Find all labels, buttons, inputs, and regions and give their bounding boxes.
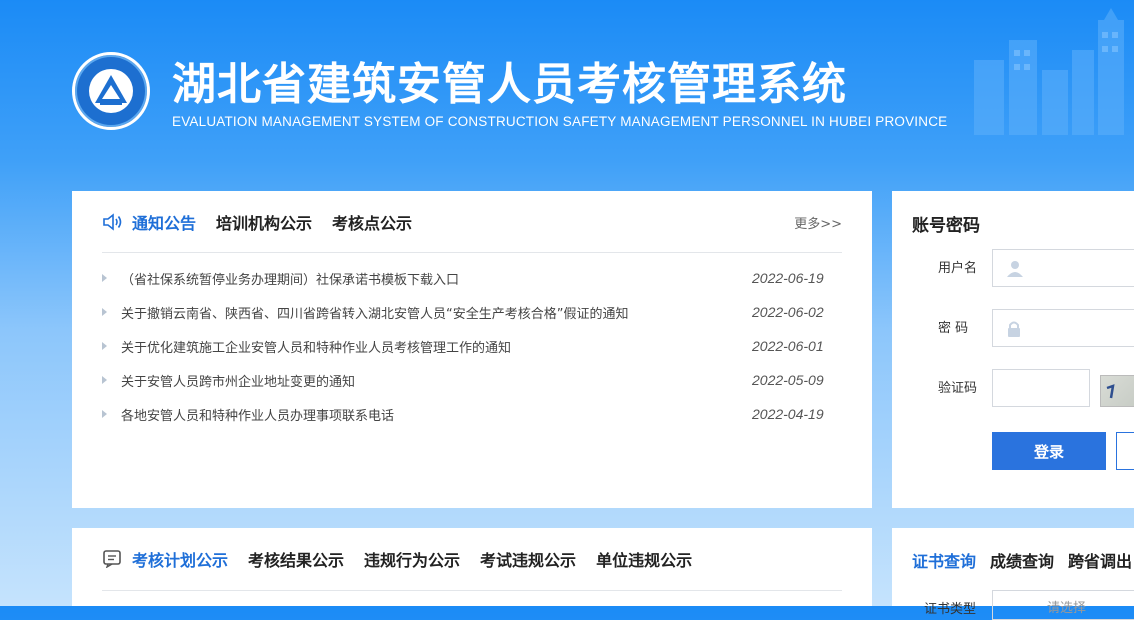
captcha-label: 验证码 [938,381,978,396]
notice-date: 2022-06-01 [752,338,824,354]
exam-tabs: 考核计划公示 考核结果公示 违规行为公示 考试违规公示 单位违规公示 [102,548,712,570]
bullet-icon [102,376,107,384]
notice-list: （省社保系统暂停业务办理期间）社保承诺书模板下载入口 2022-06-19 关于… [102,261,842,431]
list-item[interactable]: 关于优化建筑施工企业安管人员和特种作业人员考核管理工作的通知 2022-06-0… [102,329,842,363]
captcha-row: 验证码 [892,369,1134,409]
username-label: 用户名 [938,261,978,276]
skyline-illustration [974,8,1124,135]
username-input[interactable] [992,249,1134,287]
select-placeholder: 请选择 [1047,601,1087,616]
username-row: 用户名 [892,249,1134,289]
message-icon [103,550,121,568]
bullet-icon [102,410,107,418]
login-button[interactable]: 登录 [992,432,1106,470]
captcha-image[interactable] [1100,375,1134,407]
notice-title[interactable]: 关于安管人员跨市州企业地址变更的通知 [121,371,752,390]
notice-title[interactable]: 关于优化建筑施工企业安管人员和特种作业人员考核管理工作的通知 [121,337,752,356]
certificate-type-label: 证书类型 [924,602,977,617]
bullet-icon [102,274,107,282]
site-logo [72,52,150,130]
divider [102,590,842,591]
password-row: 密 码 [892,309,1134,349]
certificate-query-panel: 证书查询 成绩查询 跨省调出 证书类型 请选择 [892,528,1134,620]
notice-title[interactable]: 关于撤销云南省、陕西省、四川省跨省转入湖北安管人员“安全生产考核合格”假证的通知 [121,303,752,322]
more-link[interactable]: 更多>> [794,213,842,232]
exam-announcements-panel: 考核计划公示 考核结果公示 违规行为公示 考试违规公示 单位违规公示 [72,528,872,606]
notice-date: 2022-04-19 [752,406,824,422]
list-item[interactable]: 关于撤销云南省、陕西省、四川省跨省转入湖北安管人员“安全生产考核合格”假证的通知… [102,295,842,329]
cert-tabs: 证书查询 成绩查询 跨省调出 [912,548,1134,572]
bullet-icon [102,308,107,316]
login-title: 账号密码 [912,216,980,236]
bullet-icon [102,342,107,350]
notices-tabs: 通知公告 培训机构公示 考核点公示 [102,211,432,233]
speaker-icon [103,213,122,231]
tab-exam-sites[interactable]: 考核点公示 [332,210,412,234]
notice-title[interactable]: （省社保系统暂停业务办理期间）社保承诺书模板下载入口 [121,269,752,288]
notice-title[interactable]: 各地安管人员和特种作业人员办理事项联系电话 [121,405,752,424]
user-icon [1007,261,1023,277]
list-item[interactable]: （省社保系统暂停业务办理期间）社保承诺书模板下载入口 2022-06-19 [102,261,842,295]
list-item[interactable]: 关于安管人员跨市州企业地址变更的通知 2022-05-09 [102,363,842,397]
notice-date: 2022-05-09 [752,372,824,388]
password-input[interactable] [992,309,1134,347]
tab-training-institutions[interactable]: 培训机构公示 [216,210,312,234]
site-subtitle: EVALUATION MANAGEMENT SYSTEM OF CONSTRUC… [172,114,948,129]
divider [102,252,842,253]
tab-exam-results[interactable]: 考核结果公示 [248,547,344,571]
notice-date: 2022-06-02 [752,304,824,320]
tab-unit-violations[interactable]: 单位违规公示 [596,547,692,571]
tab-notices[interactable]: 通知公告 [132,210,196,234]
site-title: 湖北省建筑安管人员考核管理系统 [172,59,847,110]
tab-exam-plan[interactable]: 考核计划公示 [132,547,228,571]
list-item[interactable]: 各地安管人员和特种作业人员办理事项联系电话 2022-04-19 [102,397,842,431]
tab-score-query[interactable]: 成绩查询 [990,548,1054,572]
login-panel: 账号密码 用户名 密 码 验证码 登录 [892,191,1134,508]
lock-icon [1008,321,1020,337]
secondary-button[interactable] [1116,432,1134,470]
tab-cross-province-transfer[interactable]: 跨省调出 [1068,548,1132,572]
notices-panel: 通知公告 培训机构公示 考核点公示 更多>> （省社保系统暂停业务办理期间）社保… [72,191,872,508]
notice-date: 2022-06-19 [752,270,824,286]
tab-exam-violations[interactable]: 考试违规公示 [480,547,576,571]
certificate-type-select[interactable]: 请选择 [992,590,1134,620]
tab-certificate-query[interactable]: 证书查询 [912,548,976,572]
password-label: 密 码 [938,321,969,336]
tab-violations[interactable]: 违规行为公示 [364,547,460,571]
captcha-input[interactable] [992,369,1090,407]
